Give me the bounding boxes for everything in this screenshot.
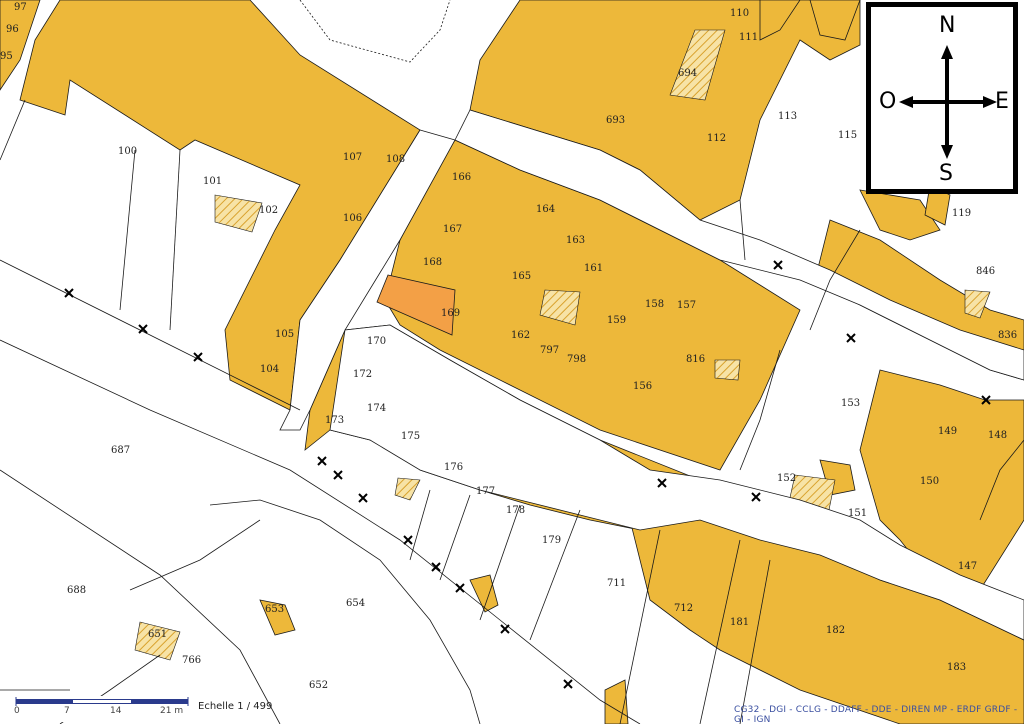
parcel-label: 169 (441, 308, 460, 319)
parcel-label: 170 (367, 336, 386, 347)
parcel-label: 148 (988, 430, 1007, 441)
parcel-label: 653 (265, 604, 284, 615)
map-credits: CG32 - DGI - CCLG - DDAFF - DDE - DIREN … (734, 705, 1018, 725)
parcel-label: 147 (958, 561, 977, 572)
parcel-label: 97 (14, 2, 27, 13)
parcel-label: 96 (6, 24, 19, 35)
parcel-label: 101 (203, 176, 222, 187)
parcel-label: 95 (0, 51, 13, 62)
compass-east-label: E (995, 89, 1009, 114)
scale-tick: 7 (64, 706, 70, 716)
parcel-label: 149 (938, 426, 957, 437)
parcel-label: 654 (346, 598, 365, 609)
parcel-label: 156 (633, 381, 652, 392)
parcel-label: 107 (343, 152, 362, 163)
parcel-label: 176 (444, 462, 463, 473)
parcel-label: 162 (511, 330, 530, 341)
parcel-label: 159 (607, 315, 626, 326)
parcel-label: 105 (275, 329, 294, 340)
parcel-label: 712 (674, 603, 693, 614)
parcel-label: 816 (686, 354, 705, 365)
parcel-label: 152 (777, 473, 796, 484)
parcel-label: 172 (353, 369, 372, 380)
parcel-label: 177 (476, 486, 495, 497)
scale-tick: 0 (14, 706, 20, 716)
parcel-label: 157 (677, 300, 696, 311)
compass-north-label: N (939, 13, 956, 38)
parcel-label: 836 (998, 330, 1017, 341)
scale-bar: 0 7 14 21 m (10, 696, 195, 722)
compass-rose: N S O E (866, 2, 1018, 194)
parcel-label: 115 (838, 130, 857, 141)
parcel-label: 100 (118, 146, 137, 157)
parcel-label: 112 (707, 133, 726, 144)
parcel-label: 104 (260, 364, 279, 375)
parcel-label: 150 (920, 476, 939, 487)
parcel-label: 158 (645, 299, 664, 310)
parcel-label: 694 (678, 68, 697, 79)
parcel-label: 173 (325, 415, 344, 426)
parcel-label: 110 (730, 8, 749, 19)
parcel-label: 183 (947, 662, 966, 673)
parcel-label: 161 (584, 263, 603, 274)
parcel-label: 167 (443, 224, 462, 235)
compass-west-label: O (879, 89, 897, 114)
parcel-label: 163 (566, 235, 585, 246)
parcel-label: 119 (952, 208, 971, 219)
parcel-label: 797 (540, 345, 559, 356)
compass-south-label: S (939, 161, 953, 186)
parcel-label: 652 (309, 680, 328, 691)
parcel-label: 711 (607, 578, 626, 589)
scale-label: Echelle 1 / 499 (198, 701, 273, 712)
parcel-label: 168 (423, 257, 442, 268)
parcel-label: 174 (367, 403, 386, 414)
parcel-label: 106 (343, 213, 362, 224)
parcel-label: 687 (111, 445, 130, 456)
parcel-label: 166 (452, 172, 471, 183)
parcel-label: 113 (778, 111, 797, 122)
parcel-label: 164 (536, 204, 555, 215)
parcel-label: 178 (506, 505, 525, 516)
parcel-label: 846 (976, 266, 995, 277)
parcel-label: 181 (730, 617, 749, 628)
parcel-label: 179 (542, 535, 561, 546)
parcel-label: 693 (606, 115, 625, 126)
parcel-label: 688 (67, 585, 86, 596)
parcel-label: 102 (259, 205, 278, 216)
parcel-label: 151 (848, 508, 867, 519)
scale-tick: 21 m (160, 706, 184, 716)
parcel-label: 108 (386, 154, 405, 165)
parcel-label: 651 (148, 629, 167, 640)
parcel-label: 182 (826, 625, 845, 636)
parcel-label: 766 (182, 655, 201, 666)
parcel-label: 798 (567, 354, 586, 365)
parcel-label: 111 (739, 32, 758, 43)
scale-tick: 14 (110, 706, 122, 716)
parcel-label: 165 (512, 271, 531, 282)
parcel-label: 153 (841, 398, 860, 409)
parcel-label: 175 (401, 431, 420, 442)
